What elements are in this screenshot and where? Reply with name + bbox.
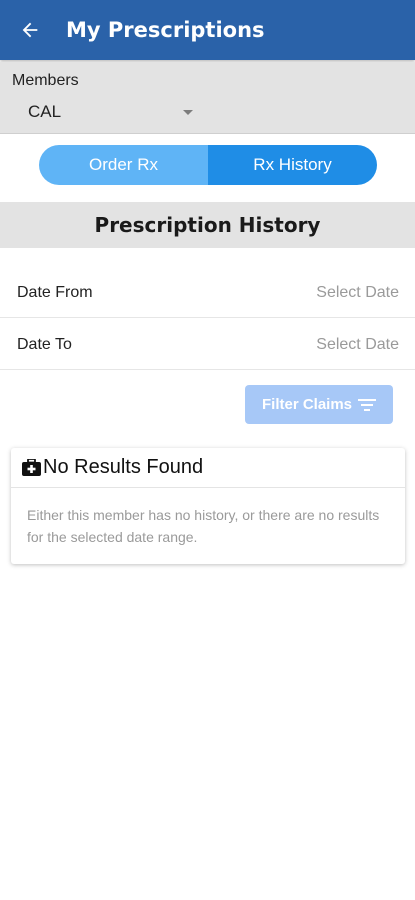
rx-tab-switch: Order Rx Rx History	[39, 145, 377, 185]
date-from-row[interactable]: Date From Select Date	[0, 268, 415, 318]
empty-state-header: No Results Found	[11, 448, 405, 488]
date-to-picker[interactable]: Select Date	[316, 336, 399, 354]
empty-state-card: No Results Found Either this member has …	[11, 448, 405, 564]
members-panel: Members CAL	[0, 62, 415, 134]
back-button[interactable]	[0, 0, 60, 60]
date-to-label: Date To	[17, 335, 72, 353]
section-title: Prescription History	[94, 213, 321, 237]
dropdown-caret-icon	[183, 109, 193, 115]
date-from-picker[interactable]: Select Date	[316, 284, 399, 302]
empty-state-message: Either this member has no history, or th…	[27, 507, 380, 545]
members-label: Members	[12, 72, 79, 89]
filter-claims-label: Filter Claims	[261, 396, 353, 413]
tab-rx-history[interactable]: Rx History	[208, 145, 377, 185]
member-dropdown[interactable]: CAL	[28, 100, 193, 124]
tab-order-rx[interactable]: Order Rx	[39, 145, 208, 185]
filter-claims-button[interactable]: Filter Claims	[245, 385, 393, 424]
section-header: Prescription History	[0, 202, 415, 248]
page-title: My Prescriptions	[66, 18, 265, 42]
filter-lines-icon	[358, 398, 377, 411]
date-from-label: Date From	[17, 283, 93, 301]
empty-state-title: No Results Found	[43, 456, 204, 478]
date-to-row[interactable]: Date To Select Date	[0, 320, 415, 370]
member-selected-value: CAL	[28, 102, 62, 121]
medical-kit-icon	[22, 459, 41, 476]
arrow-left-icon	[22, 22, 38, 38]
app-bar: My Prescriptions	[0, 0, 415, 60]
